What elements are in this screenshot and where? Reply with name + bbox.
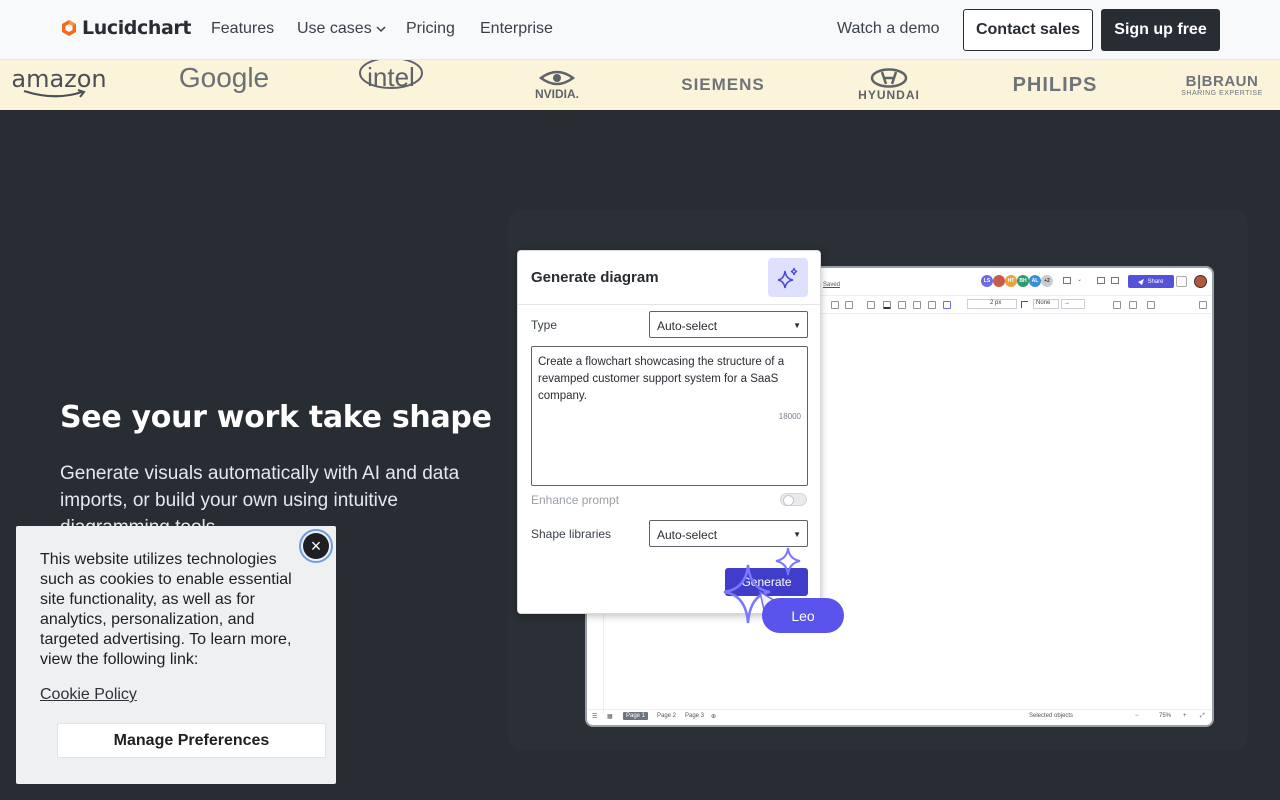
avatar: HT (1005, 275, 1017, 287)
nvidia-logo: NVIDIA. (526, 60, 588, 110)
sign-up-button[interactable]: Sign up free (1101, 9, 1220, 51)
lucidchart-logo[interactable]: Lucidchart (60, 17, 191, 39)
watch-demo-link[interactable]: Watch a demo (837, 20, 940, 38)
text-align-icon[interactable] (831, 301, 839, 309)
bbraun-tagline: SHARING EXPERTISE (1181, 90, 1263, 97)
grid-icon[interactable]: ▦ (607, 713, 613, 720)
camera-icon[interactable] (1111, 277, 1119, 284)
chevron-down-icon[interactable]: ⌄ (1077, 276, 1082, 283)
layer-icon[interactable] (1147, 301, 1155, 309)
shape-libraries-label: Shape libraries (531, 527, 612, 541)
editor-footer: ☰ ▦ Page 1 Page 2 Page 3 ⊕ Selected obje… (587, 709, 1212, 725)
cookie-message: This website utilizes technologies such … (40, 551, 292, 668)
character-count: 18000 (778, 412, 801, 421)
caret-down-icon: ▼ (793, 530, 801, 539)
zoom-in-icon[interactable]: + (1183, 713, 1187, 719)
text-format-icon[interactable] (845, 301, 853, 309)
cookie-banner: × This website utilizes technologies suc… (16, 526, 336, 784)
shadow-icon[interactable] (928, 301, 936, 309)
link-icon[interactable] (1176, 276, 1187, 287)
bbraun-logo: B|BRAUN SHARING EXPERTISE (1176, 60, 1268, 110)
bbraun-wordmark: B|BRAUN (1185, 73, 1259, 90)
hyundai-wordmark: HYUNDAI (858, 88, 920, 102)
prompt-text: Create a flowchart showcasing the struct… (538, 356, 785, 402)
page-tab[interactable]: Page 2 (657, 713, 676, 719)
intel-logo: intel (358, 60, 424, 102)
group-icon[interactable] (1129, 301, 1137, 309)
type-select[interactable]: Auto-select ▼ (649, 311, 808, 338)
philips-logo: PHILIPS (1012, 73, 1098, 96)
avatar: AL (1029, 275, 1041, 287)
selected-objects[interactable]: Selected objects (1019, 713, 1073, 719)
top-navigation: Lucidchart Features Use cases Pricing En… (0, 0, 1280, 60)
amazon-smile-icon (23, 89, 86, 98)
google-logo: Google (178, 62, 270, 93)
logo-text: Lucidchart (82, 17, 192, 39)
enhance-prompt-toggle[interactable] (780, 493, 807, 506)
dialog-divider (518, 304, 820, 305)
endpoint-select[interactable]: None (1033, 299, 1059, 309)
nav-use-cases-label: Use cases (297, 20, 372, 37)
panel-toggle-icon[interactable] (1199, 301, 1207, 309)
insert-icon[interactable] (867, 301, 875, 309)
nav-use-cases-link[interactable]: Use cases (297, 20, 386, 38)
avatar: BH (1017, 275, 1029, 287)
sparkle-icon (777, 267, 798, 288)
avatar-more: +2 (1041, 275, 1053, 287)
zoom-out-icon[interactable]: − (1135, 713, 1139, 719)
hero-title: See your work take shape (60, 400, 492, 435)
share-label: Share (1147, 278, 1164, 285)
shape-libraries-value: Auto-select (657, 528, 718, 542)
chevron-down-icon (376, 26, 386, 33)
hyundai-logo: HYUNDAI (853, 60, 925, 110)
share-button[interactable]: Share (1128, 275, 1174, 288)
user-avatar[interactable] (1194, 275, 1207, 288)
nav-pricing-link[interactable]: Pricing (406, 20, 455, 38)
arrow-end-select[interactable]: → (1061, 299, 1085, 309)
leo-cursor-tag: Leo (762, 598, 844, 633)
contact-sales-button[interactable]: Contact sales (963, 9, 1093, 51)
shape-libraries-select[interactable]: Auto-select ▼ (649, 520, 808, 547)
lucidchart-logo-icon (62, 20, 76, 36)
ai-sparkle-button[interactable] (768, 258, 808, 297)
fill-color-icon[interactable] (883, 301, 891, 309)
manage-preferences-button[interactable]: Manage Preferences (57, 723, 326, 758)
page-tab-active[interactable]: Page 1 (623, 712, 649, 720)
image-icon[interactable] (913, 301, 921, 309)
list-icon[interactable]: ☰ (592, 713, 597, 720)
caret-down-icon: ▼ (793, 321, 801, 330)
nvidia-wordmark: NVIDIA. (534, 87, 579, 101)
magic-icon[interactable] (943, 301, 951, 309)
customer-logos-strip: amazon Google intel NVIDIA. SIEMENS HYUN… (0, 60, 1280, 110)
send-icon (1138, 278, 1145, 285)
saved-status: Saved (823, 282, 841, 288)
page-tab[interactable]: Page 3 (685, 713, 704, 719)
line-width-select[interactable]: 2 px (967, 299, 1017, 309)
intel-wordmark: intel (367, 61, 415, 92)
nav-enterprise-link[interactable]: Enterprise (480, 20, 553, 38)
hyundai-mark-icon (870, 68, 908, 88)
video-icon[interactable] (1097, 277, 1105, 284)
avatar: LS (981, 275, 993, 287)
zoom-level[interactable]: 75% (1159, 713, 1171, 719)
present-icon[interactable] (1063, 277, 1071, 284)
cookie-policy-link[interactable]: Cookie Policy (40, 686, 137, 704)
type-select-value: Auto-select (657, 319, 718, 333)
add-page-icon[interactable]: ⊕ (711, 713, 716, 720)
amazon-logo: amazon (11, 60, 107, 104)
fullscreen-icon[interactable]: ⤢ (1200, 713, 1205, 720)
line-color-icon[interactable] (898, 301, 906, 309)
arrow-style-icon[interactable] (1021, 301, 1028, 308)
nvidia-eye-icon (538, 70, 576, 86)
dialog-title: Generate diagram (531, 269, 659, 286)
lock-icon[interactable] (1113, 301, 1121, 309)
prompt-textarea[interactable]: Create a flowchart showcasing the struct… (531, 346, 808, 486)
nav-features-link[interactable]: Features (211, 20, 274, 38)
type-label: Type (531, 318, 558, 332)
enhance-prompt-label: Enhance prompt (531, 493, 620, 507)
siemens-logo: SIEMENS (681, 75, 765, 94)
avatar (993, 275, 1005, 287)
